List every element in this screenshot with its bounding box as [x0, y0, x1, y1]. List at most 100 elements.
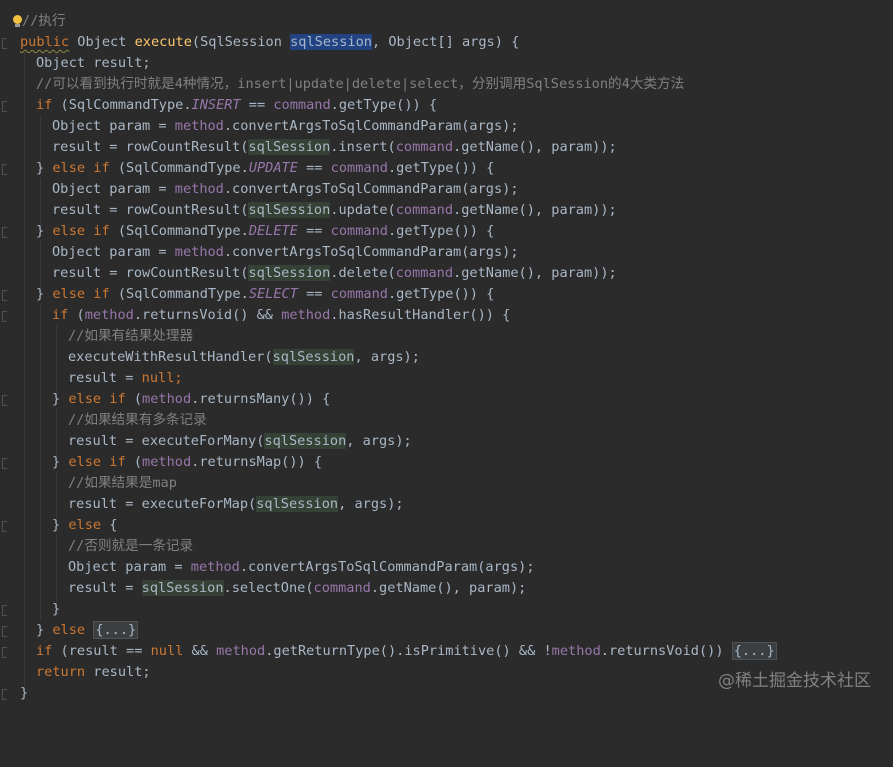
code-text: Object param =: [52, 181, 175, 197]
fold-marker-icon[interactable]: [2, 647, 7, 658]
code-line[interactable]: if (SqlCommandType.INSERT == command.get…: [0, 95, 893, 116]
code-text: ==: [297, 160, 331, 176]
code-text: }: [52, 454, 69, 470]
code-text: .returnsVoid() &&: [133, 307, 282, 323]
fold-marker-icon[interactable]: [2, 290, 7, 301]
code-text: result =: [68, 370, 142, 386]
code-text: {: [101, 517, 118, 533]
code-text: }: [52, 601, 61, 617]
fold-marker-icon[interactable]: [2, 227, 7, 238]
code-line[interactable]: //如果结果有多条记录: [0, 410, 893, 431]
code-text: }: [36, 622, 53, 638]
selected-parameter: sqlSession: [290, 34, 372, 50]
code-line[interactable]: Object result;: [0, 53, 893, 74]
code-text: .convertArgsToSqlCommandParam(args);: [223, 244, 519, 260]
code-line[interactable]: }: [0, 599, 893, 620]
field: command: [330, 160, 388, 176]
code-line[interactable]: Object param = method.convertArgsToSqlCo…: [0, 242, 893, 263]
field: method: [281, 307, 331, 323]
lightbulb-icon[interactable]: [13, 15, 22, 24]
code-line[interactable]: if (method.returnsVoid() && method.hasRe…: [0, 305, 893, 326]
code-text: &&: [183, 643, 217, 659]
fold-marker-icon[interactable]: [2, 395, 7, 406]
code-text: .hasResultHandler()) {: [330, 307, 511, 323]
code-text: ;: [174, 370, 183, 386]
code-text: .getReturnType().isPrimitive() && !: [265, 643, 552, 659]
code-text: .getType()) {: [330, 97, 438, 113]
fold-marker-icon[interactable]: [2, 164, 7, 175]
fold-marker-icon[interactable]: [2, 626, 7, 637]
code-text: }: [36, 223, 53, 239]
keyword: public: [20, 34, 70, 50]
comment: //如果结果有多条记录: [68, 412, 207, 428]
code-text: .update(: [330, 202, 396, 218]
lightbulb-base: [15, 24, 20, 27]
code-text: }: [52, 391, 69, 407]
code-line[interactable]: //执行: [0, 11, 893, 32]
field: method: [551, 643, 601, 659]
folded-code-block[interactable]: {...}: [731, 642, 777, 660]
code-line[interactable]: Object param = method.convertArgsToSqlCo…: [0, 116, 893, 137]
code-line[interactable]: } else {...}: [0, 620, 893, 641]
code-line[interactable]: } else if (SqlCommandType.DELETE == comm…: [0, 221, 893, 242]
code-text: ==: [297, 286, 331, 302]
fold-marker-icon[interactable]: [2, 689, 7, 700]
folded-code-block[interactable]: {...}: [93, 621, 139, 639]
code-line[interactable]: } else if (method.returnsMap()) {: [0, 452, 893, 473]
keyword: else if: [52, 160, 110, 176]
code-text: .selectOne(: [223, 580, 314, 596]
code-line[interactable]: Object param = method.convertArgsToSqlCo…: [0, 557, 893, 578]
fold-marker-icon[interactable]: [2, 101, 7, 112]
code-line[interactable]: public Object execute(SqlSession sqlSess…: [0, 32, 893, 53]
code-text: .getName(), param);: [370, 580, 527, 596]
code-text: result = rowCountResult(: [52, 265, 249, 281]
code-text: (SqlCommandType.: [52, 97, 192, 113]
code-text: }: [20, 685, 29, 701]
code-line[interactable]: executeWithResultHandler(sqlSession, arg…: [0, 347, 893, 368]
keyword: if: [36, 643, 53, 659]
code-line[interactable]: //如果结果是map: [0, 473, 893, 494]
code-text: Object param =: [68, 559, 191, 575]
fold-marker-icon[interactable]: [2, 458, 7, 469]
code-text: .convertArgsToSqlCommandParam(args);: [239, 559, 535, 575]
code-line[interactable]: result = sqlSession.selectOne(command.ge…: [0, 578, 893, 599]
code-line[interactable]: } else if (SqlCommandType.SELECT == comm…: [0, 284, 893, 305]
fold-marker-icon[interactable]: [2, 38, 7, 49]
code-text: .returnsVoid()): [600, 643, 732, 659]
code-line[interactable]: } else {: [0, 515, 893, 536]
code-text: .getType()) {: [387, 286, 495, 302]
highlighted-usage: sqlSession: [272, 349, 355, 365]
code-line[interactable]: //可以看到执行时就是4种情况，insert|update|delete|sel…: [0, 74, 893, 95]
code-line[interactable]: result = executeForMap(sqlSession, args)…: [0, 494, 893, 515]
code-line[interactable]: result = rowCountResult(sqlSession.updat…: [0, 200, 893, 221]
code-text: .getName(), param));: [453, 202, 617, 218]
highlighted-usage: sqlSession: [248, 265, 331, 281]
code-editor[interactable]: //执行 public Object execute(SqlSession sq…: [0, 0, 893, 713]
code-line[interactable]: result = rowCountResult(sqlSession.delet…: [0, 263, 893, 284]
code-text: Object: [69, 34, 135, 50]
field: command: [273, 97, 331, 113]
code-text: .getName(), param));: [453, 265, 617, 281]
code-text: (SqlSession: [191, 34, 291, 50]
code-text: (: [125, 391, 143, 407]
code-text: result = rowCountResult(: [52, 139, 249, 155]
code-line[interactable]: result = null;: [0, 368, 893, 389]
fold-marker-icon[interactable]: [2, 521, 7, 532]
field: method: [142, 391, 192, 407]
method-name: execute: [134, 34, 192, 50]
code-text: result;: [85, 664, 151, 680]
code-line[interactable]: result = rowCountResult(sqlSession.inser…: [0, 137, 893, 158]
code-line[interactable]: //否则就是一条记录: [0, 536, 893, 557]
fold-marker-icon[interactable]: [2, 311, 7, 322]
code-line[interactable]: result = executeForMany(sqlSession, args…: [0, 431, 893, 452]
fold-marker-icon[interactable]: [2, 605, 7, 616]
highlighted-usage: sqlSession: [248, 139, 331, 155]
code-text: Object param =: [52, 118, 175, 134]
code-line[interactable]: } else if (SqlCommandType.UPDATE == comm…: [0, 158, 893, 179]
code-line[interactable]: } else if (method.returnsMany()) {: [0, 389, 893, 410]
code-text: .returnsMap()) {: [191, 454, 323, 470]
code-text: (: [68, 307, 85, 323]
code-line[interactable]: //如果有结果处理器: [0, 326, 893, 347]
code-line[interactable]: if (result == null && method.getReturnTy…: [0, 641, 893, 662]
code-line[interactable]: Object param = method.convertArgsToSqlCo…: [0, 179, 893, 200]
